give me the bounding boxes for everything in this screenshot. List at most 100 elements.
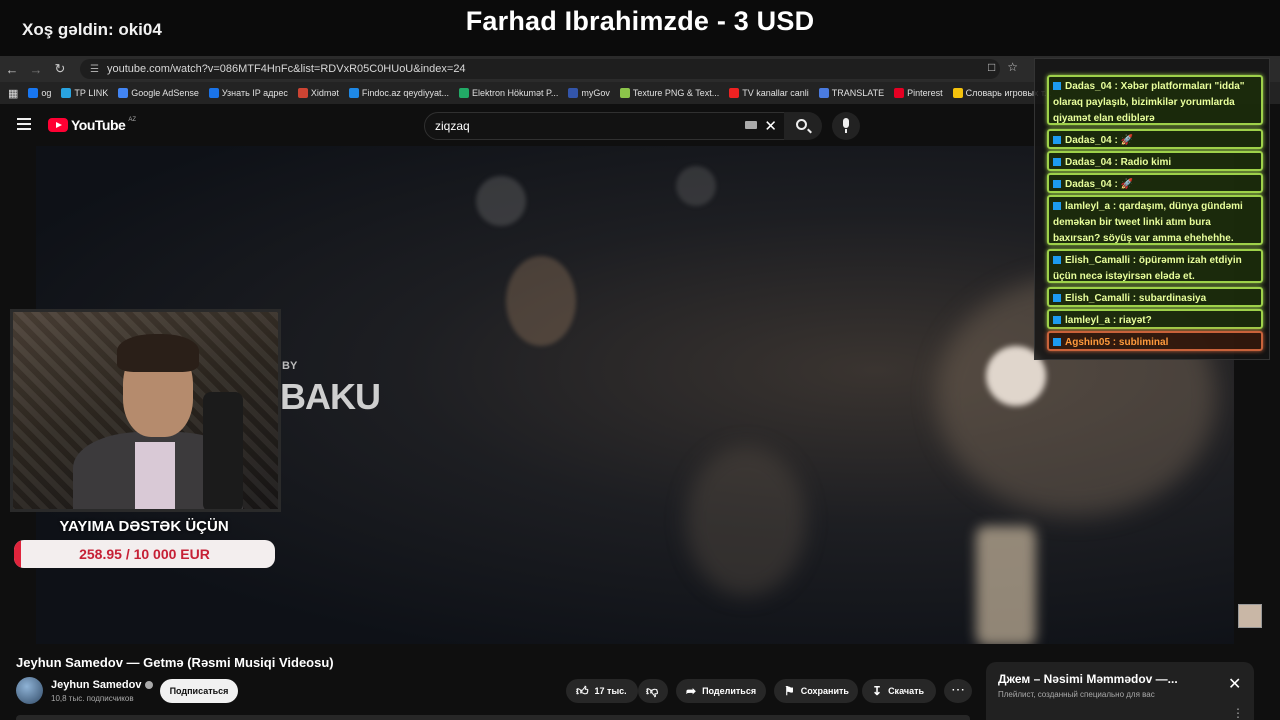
stream-screen: Xoş gəldin: oki04 Farhad Ibrahimzde - 3 … — [0, 0, 1280, 720]
playlist-title: Джем – Nəsimi Məmmədov —... — [998, 672, 1178, 686]
bookmark-label: Texture PNG & Text... — [632, 88, 720, 98]
clear-search-icon[interactable]: ✕ — [764, 117, 777, 135]
search-input[interactable]: ziqzaq ✕ — [424, 112, 786, 140]
youtube-logo[interactable]: YouTube AZ — [48, 117, 136, 133]
bookmark-label: TV kanallar canli — [742, 88, 809, 98]
support-goal-amount: 258.95 / 10 000 EUR — [79, 546, 210, 562]
support-goal-bar: 258.95 / 10 000 EUR — [14, 540, 275, 568]
favicon-icon — [952, 88, 963, 98]
chat-overlay: Dadas_04 : Xəbər platformaları "idda" ol… — [1034, 58, 1270, 360]
chat-message-text: lamleyl_a : qardaşım, dünya gündəmi demə… — [1053, 201, 1243, 244]
install-app-icon[interactable]: □ — [988, 60, 995, 74]
thumbs-up-icon: 👍︎ — [576, 683, 589, 698]
bookmark-item[interactable]: Elektron Hökumət P... — [458, 88, 559, 98]
bookmark-label: TRANSLATE — [831, 88, 885, 98]
favicon-icon — [297, 88, 308, 98]
chat-message: Dadas_04 : 🚀 — [1047, 129, 1263, 149]
favicon-icon — [894, 88, 905, 98]
platform-icon — [1053, 202, 1061, 211]
platform-icon — [1053, 316, 1061, 325]
video-overlay-text: BAKU — [280, 376, 381, 417]
save-label: Сохранить — [800, 686, 849, 696]
bookmark-item[interactable]: myGov — [568, 88, 610, 98]
bookmark-item[interactable]: TV kanallar canli — [729, 88, 809, 98]
description-box[interactable] — [16, 715, 970, 720]
keyboard-icon[interactable] — [745, 121, 757, 129]
chat-message: Elish_Camalli : öpürəmm izah etdiyin üçü… — [1047, 249, 1263, 283]
search-button[interactable] — [784, 112, 822, 140]
download-button[interactable]: ↧ Скачать — [862, 679, 936, 703]
bookmark-item[interactable]: og — [28, 88, 51, 98]
platform-icon — [1053, 338, 1061, 347]
platform-icon — [1053, 158, 1061, 167]
donation-alert: Farhad Ibrahimzde - 3 USD — [465, 6, 815, 36]
video-title: Jeyhun Samedov — Getmə (Rəsmi Musiqi Vid… — [16, 655, 334, 670]
more-actions-button[interactable]: ⋯ — [944, 679, 972, 703]
video-overlay-by: BY — [282, 360, 298, 372]
favicon-icon — [61, 88, 72, 98]
bookmark-label: TP LINK — [74, 88, 109, 98]
favicon-icon — [28, 88, 39, 98]
share-button[interactable]: ➦ Поделиться — [676, 679, 766, 703]
reload-icon[interactable]: ↻ — [48, 61, 72, 77]
country-code: AZ — [128, 117, 136, 123]
favicon-icon — [208, 88, 219, 98]
bookmark-item[interactable]: Findoc.az qeydiyyat... — [348, 88, 449, 98]
playlist-more-icon[interactable]: ⋮ — [1232, 706, 1244, 720]
share-icon: ➦ — [686, 684, 697, 698]
bookmark-item[interactable]: Google AdSense — [118, 88, 199, 98]
platform-icon — [1053, 180, 1061, 189]
bookmark-item[interactable]: TP LINK — [61, 88, 108, 98]
bookmark-item[interactable]: Узнать IP адрес — [208, 88, 288, 98]
url-text: youtube.com/watch?v=086MTF4HnFc&list=RDV… — [106, 63, 466, 75]
close-icon[interactable]: ✕ — [1228, 674, 1241, 694]
microphone-icon — [843, 118, 849, 133]
apps-grid-icon[interactable]: ▦ — [8, 87, 18, 100]
bookmark-label: Pinterest — [907, 88, 943, 98]
platform-icon — [1053, 136, 1061, 145]
subscriber-count: 10,8 тыс. подписчиков — [51, 694, 134, 703]
chat-message: Dadas_04 : Radio kimi — [1047, 151, 1263, 171]
thumbs-down-icon: 👎︎ — [646, 683, 659, 698]
download-icon: ↧ — [872, 684, 883, 698]
bookmark-item[interactable]: Pinterest — [894, 88, 943, 98]
url-field[interactable]: ☰ youtube.com/watch?v=086MTF4HnFc&list=R… — [80, 59, 1000, 79]
save-button[interactable]: ⚑ Сохранить — [774, 679, 858, 703]
playlist-subtitle: Плейлист, созданный специально для вас — [998, 690, 1155, 699]
favicon-icon — [118, 88, 129, 98]
voice-search-button[interactable] — [832, 112, 860, 140]
like-button[interactable]: 👍︎ 17 тыс. — [566, 679, 638, 703]
verified-icon — [145, 681, 154, 690]
channel-avatar[interactable] — [16, 677, 43, 704]
chat-message-text: Dadas_04 : Radio kimi — [1065, 157, 1172, 168]
bookmark-icon: ⚑ — [784, 684, 795, 698]
mix-playlist-panel[interactable]: Джем – Nəsimi Məmmədov —... Плейлист, со… — [986, 662, 1254, 720]
forward-icon[interactable]: → — [24, 62, 48, 77]
bookmark-item[interactable]: Texture PNG & Text... — [619, 88, 720, 98]
chat-message-text: Dadas_04 : 🚀 — [1065, 179, 1134, 190]
bookmark-label: Google AdSense — [131, 88, 199, 98]
bookmark-item[interactable]: TRANSLATE — [818, 88, 885, 98]
chat-message-text: Agshin05 : subliminal — [1065, 337, 1169, 348]
bookmark-label: myGov — [581, 88, 610, 98]
bookmark-label: Узнать IP адрес — [221, 88, 288, 98]
support-goal-title: YAYIMA DƏSTƏK ÜÇÜN — [59, 518, 229, 535]
platform-icon — [1053, 82, 1061, 91]
favicon-icon — [818, 88, 829, 98]
download-label: Скачать — [888, 686, 925, 696]
menu-icon[interactable] — [17, 118, 31, 130]
bookmark-item[interactable]: Xidmət — [297, 88, 339, 98]
site-info-icon[interactable]: ☰ — [90, 64, 99, 75]
bookmark-star-icon[interactable]: ☆ — [1007, 60, 1018, 74]
search-icon — [796, 119, 807, 130]
back-icon[interactable]: ← — [0, 62, 24, 77]
dislike-button[interactable]: 👎︎ — [638, 679, 668, 703]
share-label: Поделиться — [702, 686, 757, 696]
chat-message-text: Dadas_04 : 🚀 — [1065, 135, 1134, 146]
chat-message-text: Elish_Camalli : subardinasiya — [1065, 293, 1207, 304]
chat-message: Dadas_04 : 🚀 — [1047, 173, 1263, 193]
bookmark-label: Elektron Hökumət P... — [471, 88, 559, 98]
platform-icon — [1053, 256, 1061, 265]
subscribe-button[interactable]: Подписаться — [160, 679, 238, 703]
channel-name[interactable]: Jeyhun Samedov — [51, 679, 154, 691]
